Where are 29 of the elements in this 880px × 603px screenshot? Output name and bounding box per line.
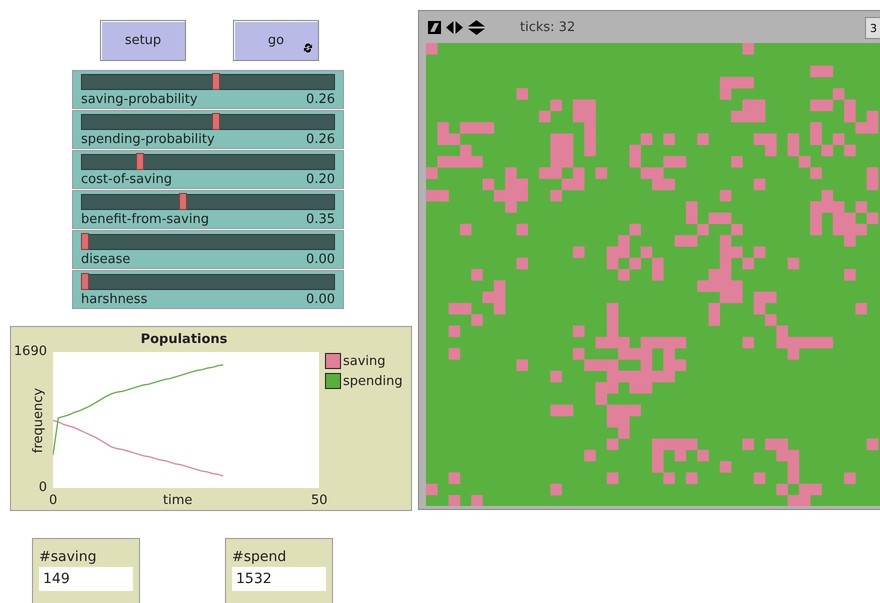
slider-value: 0.00 bbox=[306, 251, 335, 269]
plot-title: Populations bbox=[140, 332, 228, 347]
command-button[interactable]: go bbox=[233, 20, 319, 61]
slider-label: harshness bbox=[81, 291, 148, 309]
slider-label: benefit-from-saving bbox=[81, 211, 209, 229]
slider-label: disease bbox=[81, 251, 130, 269]
monitor-value: 149 bbox=[39, 567, 133, 591]
slider-value: 0.26 bbox=[306, 91, 335, 109]
slider-label: cost-of-saving bbox=[81, 171, 172, 189]
legend-label: saving bbox=[343, 354, 386, 368]
monitor-label: #saving bbox=[39, 549, 98, 565]
monitor-label: #spend bbox=[232, 549, 288, 565]
slider-value: 0.35 bbox=[306, 211, 335, 229]
ticks-counter: ticks: 32 bbox=[520, 20, 576, 34]
x-tick-label: 0 bbox=[49, 493, 58, 508]
slider-value: 0.26 bbox=[306, 131, 335, 149]
x-axis-label: time bbox=[163, 493, 192, 508]
slider-label: saving-probability bbox=[81, 91, 198, 109]
y-tick-label: 0 bbox=[38, 480, 47, 496]
monitor-value: 1532 bbox=[232, 567, 326, 591]
slider-value: 0.20 bbox=[306, 171, 335, 189]
slider-label: spending-probability bbox=[81, 131, 215, 149]
3d-button[interactable]: 3 bbox=[865, 17, 880, 39]
slider-value: 0.00 bbox=[306, 291, 335, 309]
command-button[interactable]: setup bbox=[100, 20, 186, 61]
x-tick-label: 50 bbox=[311, 493, 328, 508]
y-axis-label: frequency bbox=[31, 388, 46, 454]
y-tick-label: 1690 bbox=[14, 344, 47, 360]
legend-label: spending bbox=[343, 374, 403, 388]
